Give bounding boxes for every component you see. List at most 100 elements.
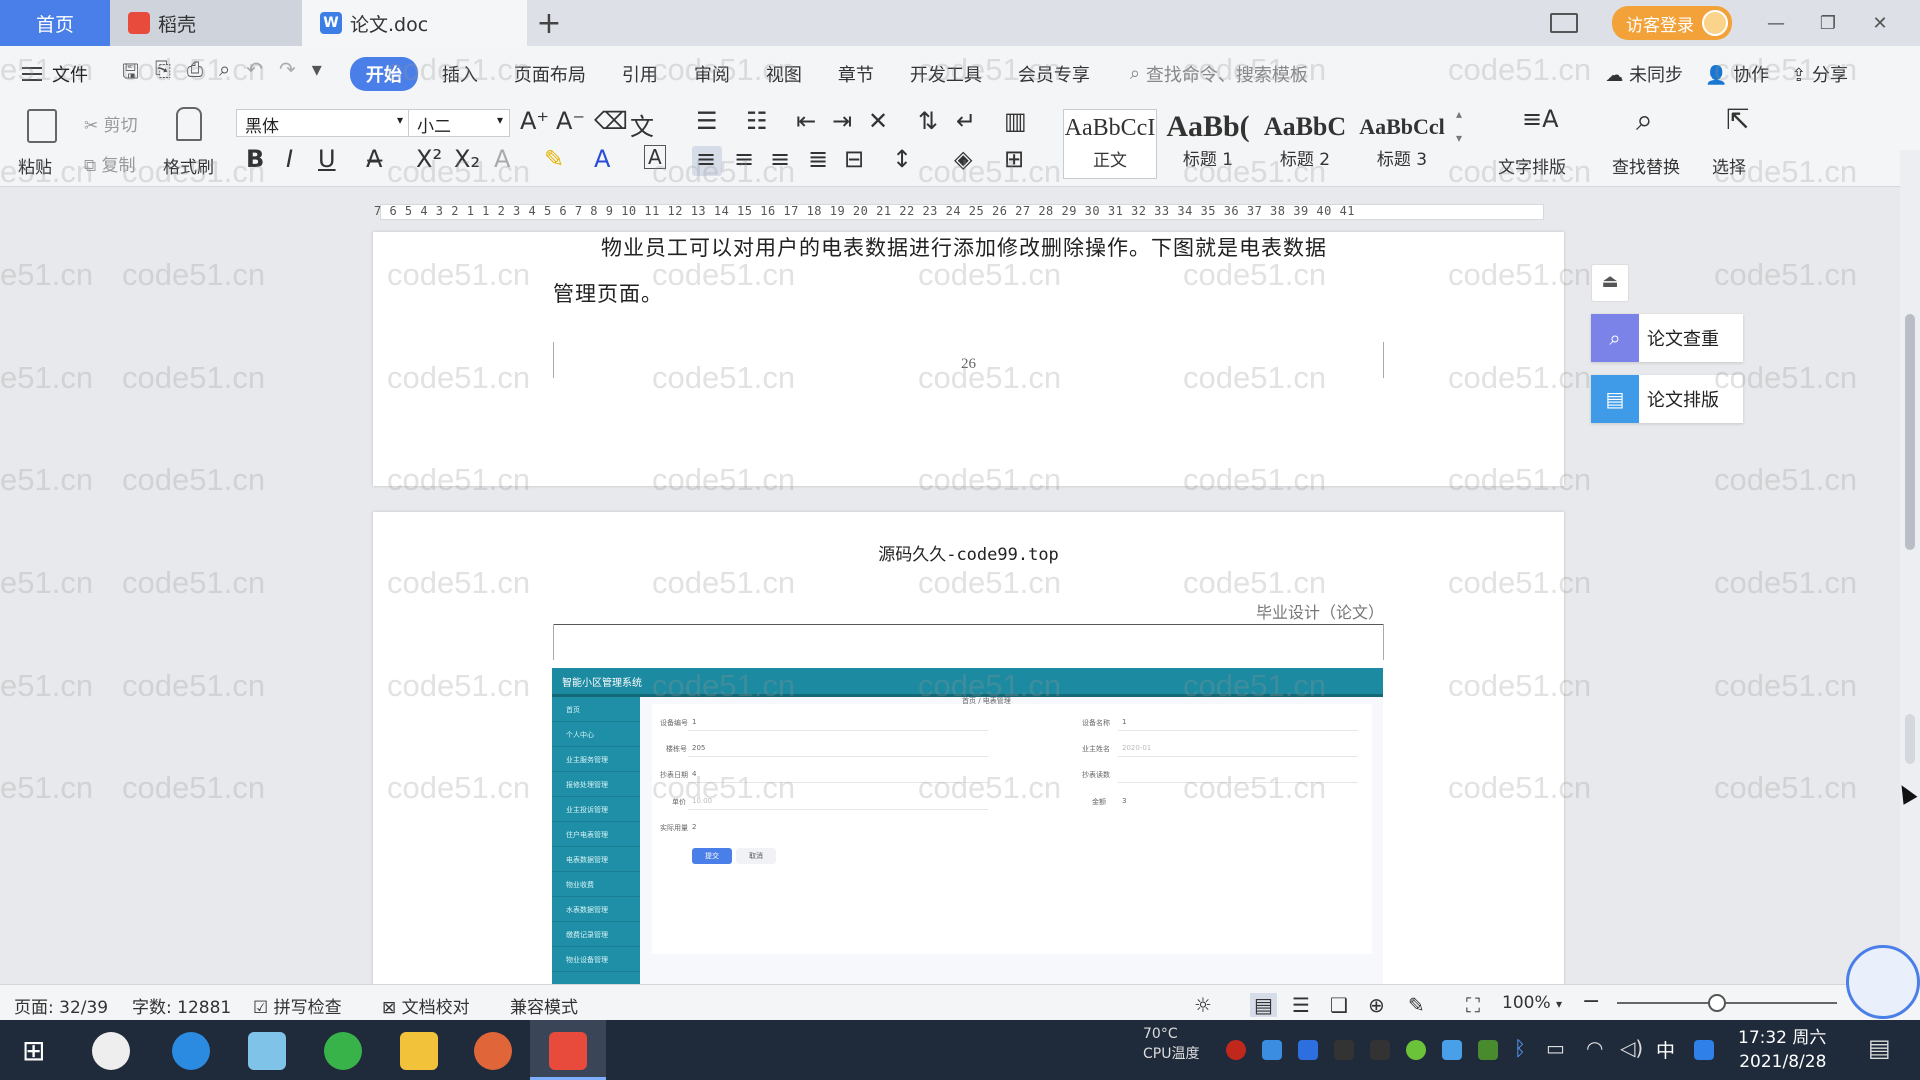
print-icon[interactable]: ⎙ bbox=[187, 57, 203, 91]
guest-login-button[interactable]: 访客登录 bbox=[1612, 6, 1732, 40]
clear-format-icon[interactable]: ⌫ bbox=[594, 107, 628, 135]
align-left-icon[interactable]: ≡ bbox=[696, 145, 716, 173]
wps-taskbar-active[interactable] bbox=[530, 1020, 606, 1080]
style-heading-3[interactable]: AaBbCcl 标题 3 bbox=[1356, 109, 1448, 179]
text-layout-button[interactable]: 文字排版 bbox=[1498, 153, 1566, 178]
font-color-icon[interactable]: A bbox=[594, 145, 610, 173]
assistant-avatar-icon[interactable] bbox=[1846, 945, 1920, 1019]
align-right-icon[interactable]: ≡ bbox=[770, 145, 790, 173]
select-button[interactable]: 选择 bbox=[1712, 153, 1746, 178]
line-spacing-icon[interactable]: ↕ bbox=[892, 145, 912, 173]
redo-icon[interactable]: ↷ bbox=[279, 57, 296, 91]
highlight-icon[interactable]: ✎ bbox=[544, 145, 564, 173]
proofread-button[interactable]: ⊠ 文档校对 bbox=[382, 993, 470, 1018]
document-page[interactable]: 物业员工可以对用户的电表数据进行添加修改删除操作。下图就是电表数据 管理页面。 … bbox=[373, 232, 1564, 486]
green-browser-icon[interactable] bbox=[324, 1032, 362, 1070]
menu-developer[interactable]: 开发工具 bbox=[892, 61, 1000, 87]
sync-status-button[interactable]: ☁ 未同步 bbox=[1605, 61, 1683, 87]
nvidia-icon[interactable] bbox=[1478, 1040, 1498, 1060]
copy-button[interactable]: ⧉ 复制 bbox=[84, 151, 136, 176]
paper-layout-button[interactable]: ▤ 论文排版 bbox=[1591, 375, 1743, 423]
horizontal-ruler[interactable]: 7 6 5 4 3 2 1 1 2 3 4 5 6 7 8 9 10 11 12… bbox=[0, 200, 1920, 224]
font-name-select[interactable]: 黑体 ▾ bbox=[236, 109, 410, 137]
bold-icon[interactable]: B bbox=[246, 145, 264, 173]
system-clock[interactable]: 17:32 周六 2021/8/28 bbox=[1738, 1026, 1826, 1074]
cut-button[interactable]: ✂ 剪切 bbox=[84, 111, 138, 136]
shading-icon[interactable]: ◈ bbox=[954, 145, 972, 173]
numbered-list-icon[interactable]: ☷ bbox=[746, 107, 768, 135]
paragraph-line[interactable]: 管理页面。 bbox=[553, 278, 663, 308]
paste-icon[interactable] bbox=[27, 109, 57, 143]
pinyin-icon[interactable]: 文 bbox=[630, 107, 654, 142]
notification-center-icon[interactable]: ▤ bbox=[1868, 1034, 1891, 1062]
document-page[interactable]: 源码久久-code99.top 毕业设计（论文） 智能小区管理系统 首页 个人中… bbox=[373, 512, 1564, 990]
tray-app-icon[interactable] bbox=[1442, 1040, 1462, 1060]
paper-check-button[interactable]: ⌕ 论文查重 bbox=[1591, 314, 1743, 362]
paste-button-label[interactable]: 粘贴 bbox=[18, 153, 52, 178]
battery-icon[interactable]: ▭ bbox=[1546, 1036, 1565, 1060]
select-icon[interactable]: ⇱ bbox=[1726, 103, 1749, 136]
bullet-list-icon[interactable]: ☰ bbox=[696, 107, 718, 135]
superscript-icon[interactable]: X² bbox=[416, 145, 442, 173]
ie-browser-icon[interactable] bbox=[172, 1032, 210, 1070]
tray-app-icon[interactable] bbox=[1226, 1040, 1246, 1060]
embedded-screenshot[interactable]: 智能小区管理系统 首页 个人中心 业主服务管理 报修处理管理 业主投诉管理 住户… bbox=[552, 668, 1383, 990]
tray-app-icon[interactable] bbox=[1262, 1040, 1282, 1060]
distributed-icon[interactable]: ⊟ bbox=[844, 145, 864, 173]
print-preview-icon[interactable]: ⌕ bbox=[219, 57, 230, 91]
tray-app-icon[interactable] bbox=[1694, 1040, 1714, 1060]
menu-chapter[interactable]: 章节 bbox=[820, 61, 892, 87]
grow-font-icon[interactable]: A⁺ bbox=[520, 107, 549, 135]
web-view-icon[interactable]: ⊕ bbox=[1368, 993, 1385, 1017]
quick-access-dropdown-icon[interactable]: ▾ bbox=[312, 57, 322, 91]
menu-insert[interactable]: 插入 bbox=[424, 61, 496, 87]
find-replace-icon[interactable]: ⌕ bbox=[1636, 103, 1653, 138]
windows-start-icon[interactable]: ⊞ bbox=[22, 1034, 45, 1067]
styles-scroll-up-icon[interactable]: ▴ bbox=[1456, 107, 1462, 121]
increase-indent-icon[interactable]: ⇥ bbox=[832, 107, 852, 135]
format-painter-icon[interactable] bbox=[176, 107, 202, 141]
sidebar-toggle-icon[interactable] bbox=[1550, 13, 1578, 33]
sort-icon[interactable]: ⇅ bbox=[918, 107, 938, 135]
chinese-layout-icon[interactable]: ✕ bbox=[868, 107, 888, 135]
page-indicator[interactable]: 页面: 32/39 bbox=[14, 993, 108, 1018]
word-count[interactable]: 字数: 12881 bbox=[132, 993, 231, 1018]
underline-icon[interactable]: U bbox=[318, 145, 336, 173]
export-icon[interactable]: ⎘ bbox=[155, 57, 171, 91]
spell-check-button[interactable]: ☑ 拼写检查 bbox=[253, 993, 342, 1018]
menu-review[interactable]: 审阅 bbox=[676, 61, 748, 87]
cpu-temp-widget[interactable]: 70°C CPU温度 bbox=[1143, 1024, 1199, 1064]
subscript-icon[interactable]: X₂ bbox=[454, 145, 480, 173]
outline-view-icon[interactable]: ☰ bbox=[1292, 993, 1310, 1017]
zoom-level[interactable]: 100% bbox=[1502, 993, 1551, 1013]
menu-page-layout[interactable]: 页面布局 bbox=[496, 61, 604, 87]
decrease-indent-icon[interactable]: ⇤ bbox=[796, 107, 816, 135]
save-icon[interactable]: 🖫 bbox=[122, 57, 139, 91]
fox-app-icon[interactable] bbox=[474, 1032, 512, 1070]
strikethrough-icon[interactable]: A̶ bbox=[366, 145, 382, 173]
share-button[interactable]: ⇪ 分享 bbox=[1791, 61, 1848, 87]
notepad-app-icon[interactable] bbox=[248, 1032, 286, 1070]
bluetooth-icon[interactable]: ᛒ bbox=[1514, 1036, 1526, 1060]
write-mode-icon[interactable]: ✎ bbox=[1408, 993, 1425, 1017]
style-heading-2[interactable]: AaBbC 标题 2 bbox=[1258, 109, 1352, 179]
page-header-right[interactable]: 毕业设计（论文） bbox=[1256, 599, 1384, 623]
chevron-down-icon[interactable]: ▾ bbox=[1556, 997, 1562, 1011]
char-border-icon[interactable]: A bbox=[644, 145, 666, 169]
show-marks-icon[interactable]: ↵ bbox=[956, 107, 976, 135]
page-header-text[interactable]: 源码久久-code99.top bbox=[373, 540, 1564, 565]
scrollbar-thumb[interactable] bbox=[1905, 314, 1915, 550]
qq-icon[interactable] bbox=[1370, 1040, 1390, 1060]
page-view-icon[interactable]: ▤ bbox=[1250, 993, 1277, 1017]
font-size-select[interactable]: 小二 ▾ bbox=[408, 109, 510, 137]
tab-home[interactable]: 首页 bbox=[0, 0, 110, 46]
fit-page-icon[interactable]: ⛶ bbox=[1466, 993, 1480, 1017]
collapse-panel-icon[interactable]: ⏏ bbox=[1591, 264, 1629, 302]
restore-icon[interactable]: ❐ bbox=[1806, 13, 1850, 34]
style-normal[interactable]: AaBbCcI 正文 bbox=[1063, 109, 1157, 179]
scrollbar-thumb-secondary[interactable] bbox=[1905, 714, 1915, 764]
tab-docer[interactable]: 稻壳 bbox=[110, 0, 302, 46]
style-heading-1[interactable]: AaBb( 标题 1 bbox=[1162, 109, 1254, 179]
menu-member[interactable]: 会员专享 bbox=[1000, 61, 1108, 87]
collaborate-button[interactable]: 👤 协作 bbox=[1705, 61, 1769, 87]
